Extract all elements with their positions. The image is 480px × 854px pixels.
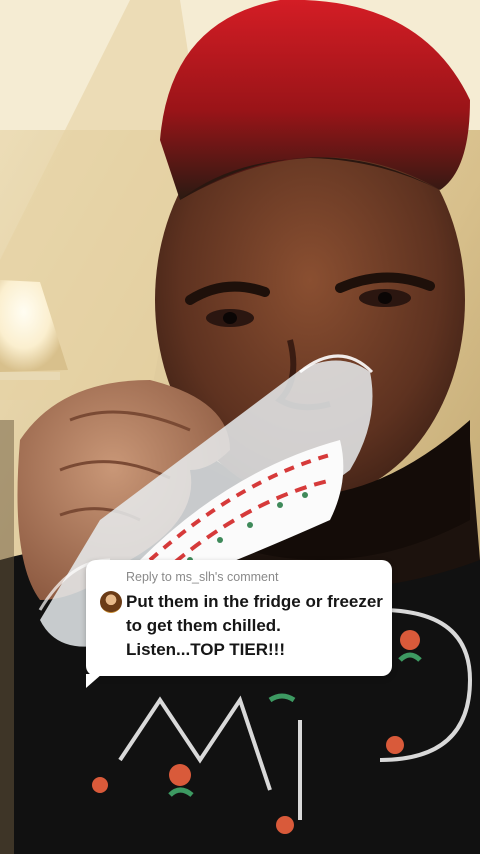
video-stage[interactable]: Reply to ms_slh's comment Put them in th… — [0, 0, 480, 854]
reply-comment-sticker[interactable]: Reply to ms_slh's comment Put them in th… — [86, 560, 392, 688]
reply-header: Reply to ms_slh's comment — [126, 570, 279, 584]
reply-comment-text: Put them in the fridge or freezer to get… — [126, 592, 383, 659]
commenter-avatar-icon — [100, 591, 122, 613]
video-frame — [0, 0, 480, 854]
